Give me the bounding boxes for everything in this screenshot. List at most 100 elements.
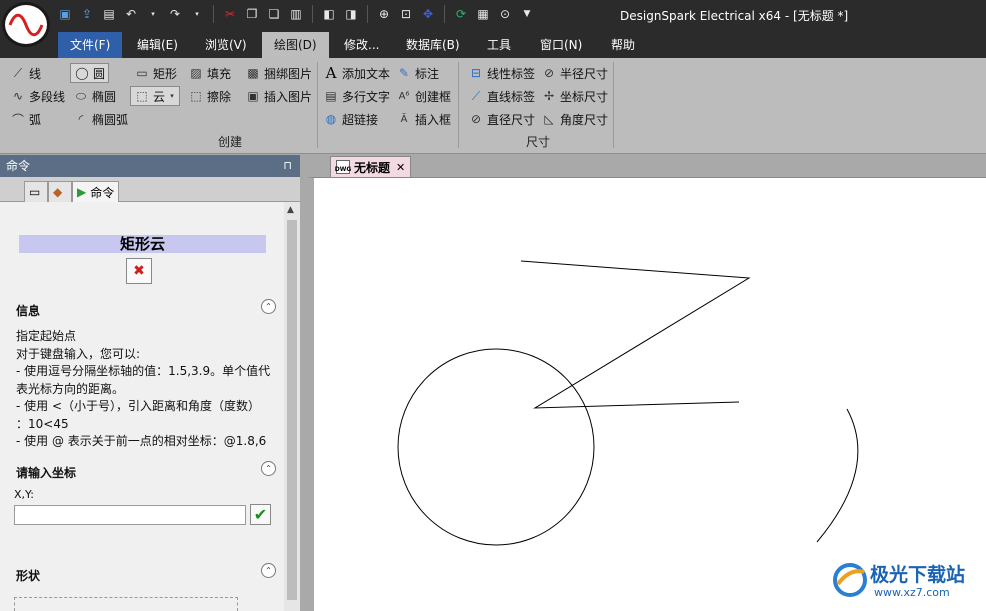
annotation-button[interactable]: ✎ 标注 [396, 63, 439, 83]
toolbar-separator [367, 5, 368, 23]
coordinate-dimension-button[interactable]: ✢ 坐标尺寸 [541, 86, 608, 106]
cloud-dropdown-icon[interactable]: ▾ [168, 88, 176, 104]
ellipse-button[interactable]: ⬭ 椭圆 [73, 86, 116, 106]
linear-label-button[interactable]: ⊟ 线性标签 [468, 63, 535, 83]
polyline-icon: ∿ [12, 89, 24, 103]
drawn-circle[interactable] [397, 348, 595, 546]
tab-draw[interactable]: 绘图(D) [262, 32, 329, 58]
app-logo[interactable] [2, 2, 50, 47]
customize-toolbar-icon[interactable]: ▼ [518, 5, 536, 23]
new-icon[interactable]: ▣ [56, 5, 74, 23]
text-icon: A [325, 64, 337, 82]
copy-icon[interactable]: ❐ [243, 5, 261, 23]
xy-input[interactable] [14, 505, 246, 525]
info-line: 表光标方向的距离。 [16, 381, 125, 396]
open-icon[interactable]: ⇪ [78, 5, 96, 23]
document-tab[interactable]: DWG 无标题 ✕ [330, 156, 412, 177]
collapse-coordinate-icon[interactable]: ⌃ [261, 461, 276, 476]
line-icon: ⟋ [13, 65, 23, 80]
pin-icon[interactable]: ⊓ [283, 155, 292, 177]
play-icon: ▶ [77, 185, 87, 199]
regenerate-icon[interactable]: ▦ [474, 5, 492, 23]
bind-image-button[interactable]: ▩ 捆绑图片 [245, 63, 312, 83]
zoom-window-icon[interactable]: ⊡ [397, 5, 415, 23]
tab-help[interactable]: 帮助 [599, 32, 647, 58]
polyline-button[interactable]: ∿ 多段线 [10, 86, 65, 106]
tab-properties[interactable]: ◆ [48, 181, 72, 202]
erase-button[interactable]: ⬚ 擦除 [188, 86, 231, 106]
close-tab-icon[interactable]: ✕ [396, 161, 405, 174]
copy-with-base-icon[interactable]: ❏ [265, 5, 283, 23]
hyperlink-button[interactable]: ◍ 超链接 [323, 109, 378, 129]
document-icon: ▭ [29, 185, 41, 199]
paste-icon[interactable]: ▥ [287, 5, 305, 23]
circle-icon: ◯ [75, 66, 89, 80]
refresh-icon[interactable]: ⟳ [452, 5, 470, 23]
tab-document[interactable]: ▭ [24, 181, 48, 202]
diameter-dimension-button[interactable]: ⊘ 直径尺寸 [468, 109, 535, 129]
cloud-button[interactable]: ⬚ 云 ▾ [130, 86, 181, 106]
fill-button[interactable]: ▨ 填充 [188, 63, 231, 83]
radius-dimension-button[interactable]: ⊘ 半径尺寸 [541, 63, 608, 83]
tab-command[interactable]: ▶ 命令 [72, 181, 120, 202]
previous-page-icon[interactable]: ◧ [320, 5, 338, 23]
confirm-coordinate-button[interactable]: ✔ [250, 504, 271, 525]
properties-icon: ◆ [53, 185, 63, 199]
watermark-url: www.xz7.com [874, 586, 950, 599]
arc-button[interactable]: ⌒ 弧 [10, 109, 41, 129]
cancel-command-button[interactable]: ✖ [126, 258, 152, 284]
scroll-thumb[interactable] [287, 220, 297, 600]
save-icon[interactable]: ▤ [100, 5, 118, 23]
multiline-text-icon: ▤ [325, 89, 337, 103]
arc-icon: ⌒ [11, 112, 24, 127]
cut-icon[interactable]: ✂ [221, 5, 239, 23]
dwg-file-icon: DWG [335, 160, 351, 174]
undo-icon[interactable]: ↶ [122, 5, 140, 23]
drawing-canvas[interactable] [306, 177, 986, 611]
create-frame-button[interactable]: A⁶ 创建框 [396, 86, 451, 106]
rectangle-button[interactable]: ▭ 矩形 [134, 63, 177, 83]
angle-dimension-button[interactable]: ◺ 角度尺寸 [541, 109, 608, 129]
insert-frame-button[interactable]: Ā 插入框 [396, 109, 451, 129]
tab-database[interactable]: 数据库(B) [394, 32, 472, 58]
command-panel-header: 命令 ⊓ [0, 155, 300, 177]
watermark: 极光下载站 www.xz7.com [830, 558, 980, 606]
add-text-button[interactable]: A 添加文本 [323, 63, 390, 83]
create-frame-icon: A⁶ [398, 90, 410, 102]
drawn-arc[interactable] [816, 408, 859, 543]
drawn-polyline[interactable] [520, 260, 751, 409]
info-line: - 使用 <（小于号），引入距离和角度（度数） [16, 399, 261, 413]
insert-image-button[interactable]: ▣ 插入图片 [245, 86, 312, 106]
ellipse-arc-button[interactable]: ◜ 椭圆弧 [73, 109, 128, 129]
redo-dropdown-icon[interactable]: ▾ [188, 5, 206, 23]
pan-icon[interactable]: ✥ [419, 5, 437, 23]
tab-edit[interactable]: 编辑(E) [125, 32, 190, 58]
tab-view[interactable]: 浏览(V) [193, 32, 259, 58]
cloud-icon: ⬚ [136, 89, 148, 103]
document-tab-strip: DWG 无标题 ✕ [306, 155, 986, 177]
collapse-shape-icon[interactable]: ⌃ [261, 563, 276, 578]
redo-icon[interactable]: ↷ [166, 5, 184, 23]
collapse-info-icon[interactable]: ⌃ [261, 299, 276, 314]
tab-modify[interactable]: 修改... [332, 32, 391, 58]
drawing-geometry [397, 260, 859, 546]
straight-label-button[interactable]: ⟋ 直线标签 [468, 86, 535, 106]
panel-title: 命令 [6, 159, 31, 173]
document-tab-label: 无标题 [354, 160, 391, 175]
tab-tools[interactable]: 工具 [475, 32, 523, 58]
tab-window[interactable]: 窗口(N) [528, 32, 594, 58]
zoom-point-icon[interactable]: ⊕ [375, 5, 393, 23]
undo-dropdown-icon[interactable]: ▾ [144, 5, 162, 23]
line-button[interactable]: ⟋ 线 [10, 63, 41, 83]
scroll-up-icon[interactable]: ▲ [287, 205, 294, 215]
tab-file[interactable]: 文件(F) [58, 32, 123, 58]
multiline-text-button[interactable]: ▤ 多行文字 [323, 86, 390, 106]
help-icon[interactable]: ⊙ [496, 5, 514, 23]
aligned-dimension-icon: ⟋ [471, 88, 481, 103]
panel-scrollbar[interactable]: ▲ [284, 202, 300, 611]
shape-selector[interactable] [14, 597, 238, 611]
circle-button[interactable]: ◯ 圆 [70, 63, 110, 83]
next-page-icon[interactable]: ◨ [342, 5, 360, 23]
group-label-dimension: 尺寸 [526, 135, 551, 149]
title-bar: ▣ ⇪ ▤ ↶ ▾ ↷ ▾ ✂ ❐ ❏ ▥ ◧ ◨ ⊕ ⊡ ✥ ⟳ ▦ ⊙ ▼ … [0, 0, 986, 30]
